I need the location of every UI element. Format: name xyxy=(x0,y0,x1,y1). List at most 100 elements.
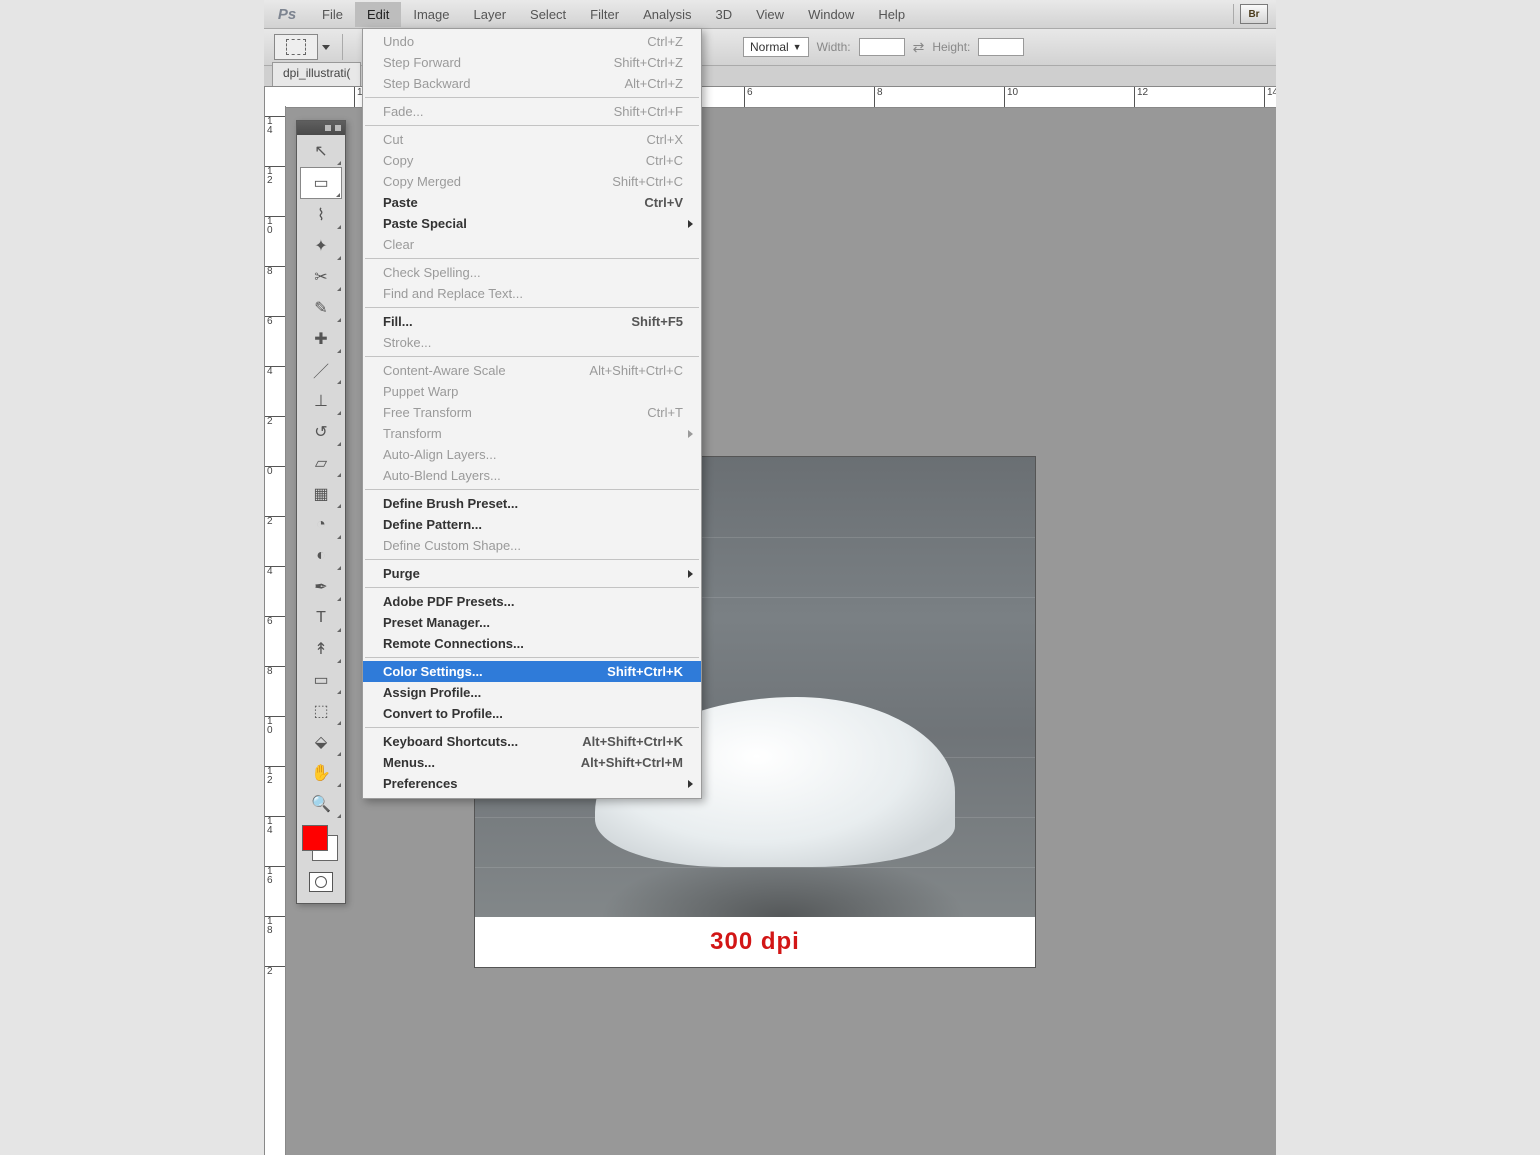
menu-item-convert-to-profile[interactable]: Convert to Profile... xyxy=(363,703,701,724)
menu-layer[interactable]: Layer xyxy=(462,2,519,27)
3d-tool-icon[interactable]: ⬚ xyxy=(300,696,342,726)
menu-item-paste-special[interactable]: Paste Special xyxy=(363,213,701,234)
menu-separator xyxy=(365,258,699,259)
ruler-mark: 14 xyxy=(265,816,286,835)
menu-item-preferences[interactable]: Preferences xyxy=(363,773,701,794)
menu-item-purge[interactable]: Purge xyxy=(363,563,701,584)
menu-item-label: Copy Merged xyxy=(383,174,461,189)
menu-image[interactable]: Image xyxy=(401,2,461,27)
menu-item-define-brush-preset[interactable]: Define Brush Preset... xyxy=(363,493,701,514)
marquee-tool-icon[interactable]: ▭ xyxy=(300,167,342,199)
ruler-mark: 2 xyxy=(265,966,286,976)
zoom-tool-icon[interactable]: 🔍 xyxy=(300,789,342,819)
menu-bar: Ps FileEditImageLayerSelectFilterAnalysi… xyxy=(264,0,1276,29)
menu-item-label: Purge xyxy=(383,566,420,581)
menu-item-assign-profile[interactable]: Assign Profile... xyxy=(363,682,701,703)
menu-item-label: Assign Profile... xyxy=(383,685,481,700)
ruler-vertical[interactable]: 14121086420246810121416182 xyxy=(264,106,286,1155)
menu-item-puppet-warp: Puppet Warp xyxy=(363,381,701,402)
hand-tool-icon[interactable]: ✋ xyxy=(300,758,342,788)
menu-item-shortcut: Alt+Shift+Ctrl+K xyxy=(582,734,683,749)
dodge-tool-icon[interactable]: ◐ xyxy=(300,541,342,571)
menu-item-cut: CutCtrl+X xyxy=(363,129,701,150)
menu-item-shortcut: Alt+Ctrl+Z xyxy=(624,76,683,91)
menu-select[interactable]: Select xyxy=(518,2,578,27)
collapse-icon[interactable] xyxy=(325,125,331,131)
menu-filter[interactable]: Filter xyxy=(578,2,631,27)
menu-item-label: Find and Replace Text... xyxy=(383,286,523,301)
menu-item-preset-manager[interactable]: Preset Manager... xyxy=(363,612,701,633)
shape-tool-icon[interactable]: ▭ xyxy=(300,665,342,695)
tools-panel[interactable]: ↖▭⌇✦✂✎✚／⊥↺▱▦◔◐✒T↟▭⬚⬙✋🔍 xyxy=(296,120,346,904)
menu-item-label: Copy xyxy=(383,153,413,168)
mode-dropdown[interactable]: Normal ▼ xyxy=(743,37,809,57)
menu-separator xyxy=(365,97,699,98)
ruler-mark: 8 xyxy=(265,666,286,676)
menu-item-label: Clear xyxy=(383,237,414,252)
type-tool-icon[interactable]: T xyxy=(300,603,342,633)
menu-item-label: Preferences xyxy=(383,776,457,791)
crop-tool-icon[interactable]: ✂ xyxy=(300,262,342,292)
ruler-mark: 6 xyxy=(265,316,286,326)
menu-3d[interactable]: 3D xyxy=(703,2,744,27)
ruler-origin[interactable] xyxy=(264,86,286,108)
menu-item-paste[interactable]: PasteCtrl+V xyxy=(363,192,701,213)
menu-item-fill[interactable]: Fill...Shift+F5 xyxy=(363,311,701,332)
menubar-divider xyxy=(1233,4,1234,24)
document-tab[interactable]: dpi_illustrati( xyxy=(272,62,361,88)
menu-item-step-forward: Step ForwardShift+Ctrl+Z xyxy=(363,52,701,73)
menu-item-shortcut: Shift+Ctrl+Z xyxy=(614,55,683,70)
menu-item-label: Preset Manager... xyxy=(383,615,490,630)
width-field[interactable] xyxy=(859,38,905,56)
menu-file[interactable]: File xyxy=(310,2,355,27)
history-tool-icon[interactable]: ↺ xyxy=(300,417,342,447)
menu-item-remote-connections[interactable]: Remote Connections... xyxy=(363,633,701,654)
quick-mask-button[interactable] xyxy=(300,867,342,897)
tool-preset-picker[interactable] xyxy=(274,34,318,60)
eraser-tool-icon[interactable]: ▱ xyxy=(300,448,342,478)
close-icon[interactable] xyxy=(335,125,341,131)
lasso-tool-icon[interactable]: ⌇ xyxy=(300,200,342,230)
foreground-color-swatch[interactable] xyxy=(302,825,328,851)
brush-tool-icon[interactable]: ／ xyxy=(300,355,342,385)
stamp-tool-icon[interactable]: ⊥ xyxy=(300,386,342,416)
swap-dimensions-icon[interactable]: ⇄ xyxy=(913,39,925,56)
menu-item-color-settings[interactable]: Color Settings...Shift+Ctrl+K xyxy=(363,661,701,682)
ruler-mark: 2 xyxy=(265,516,286,526)
menu-item-label: Define Pattern... xyxy=(383,517,482,532)
menu-item-free-transform: Free TransformCtrl+T xyxy=(363,402,701,423)
3dcam-tool-icon[interactable]: ⬙ xyxy=(300,727,342,757)
menu-item-shortcut: Ctrl+V xyxy=(644,195,683,210)
menu-item-menus[interactable]: Menus...Alt+Shift+Ctrl+M xyxy=(363,752,701,773)
path-tool-icon[interactable]: ↟ xyxy=(300,634,342,664)
menu-item-label: Content-Aware Scale xyxy=(383,363,506,378)
menu-window[interactable]: Window xyxy=(796,2,866,27)
bridge-button[interactable]: Br xyxy=(1240,4,1268,24)
pen-tool-icon[interactable]: ✒ xyxy=(300,572,342,602)
menu-item-adobe-pdf-presets[interactable]: Adobe PDF Presets... xyxy=(363,591,701,612)
menu-item-keyboard-shortcuts[interactable]: Keyboard Shortcuts...Alt+Shift+Ctrl+K xyxy=(363,731,701,752)
menu-item-label: Undo xyxy=(383,34,414,49)
eyedropper-tool-icon[interactable]: ✎ xyxy=(300,293,342,323)
menu-item-define-pattern[interactable]: Define Pattern... xyxy=(363,514,701,535)
menu-analysis[interactable]: Analysis xyxy=(631,2,703,27)
menu-help[interactable]: Help xyxy=(866,2,917,27)
wand-tool-icon[interactable]: ✦ xyxy=(300,231,342,261)
color-swatches[interactable] xyxy=(300,823,342,863)
gradient-tool-icon[interactable]: ▦ xyxy=(300,479,342,509)
height-field[interactable] xyxy=(978,38,1024,56)
heal-tool-icon[interactable]: ✚ xyxy=(300,324,342,354)
move-tool-icon[interactable]: ↖ xyxy=(300,136,342,166)
ruler-mark: 2 xyxy=(265,416,286,426)
panel-header[interactable] xyxy=(297,121,345,135)
menu-edit[interactable]: Edit xyxy=(355,2,401,27)
menu-item-content-aware-scale: Content-Aware Scale Alt+Shift+Ctrl+C xyxy=(363,360,701,381)
menu-item-shortcut: Alt+Shift+Ctrl+C xyxy=(589,363,683,378)
menu-separator xyxy=(365,125,699,126)
blur-tool-icon[interactable]: ◔ xyxy=(300,510,342,540)
menu-item-label: Fill... xyxy=(383,314,413,329)
menu-view[interactable]: View xyxy=(744,2,796,27)
menu-item-label: Fade... xyxy=(383,104,423,119)
menu-item-label: Define Custom Shape... xyxy=(383,538,521,553)
ruler-mark: 8 xyxy=(874,87,883,107)
